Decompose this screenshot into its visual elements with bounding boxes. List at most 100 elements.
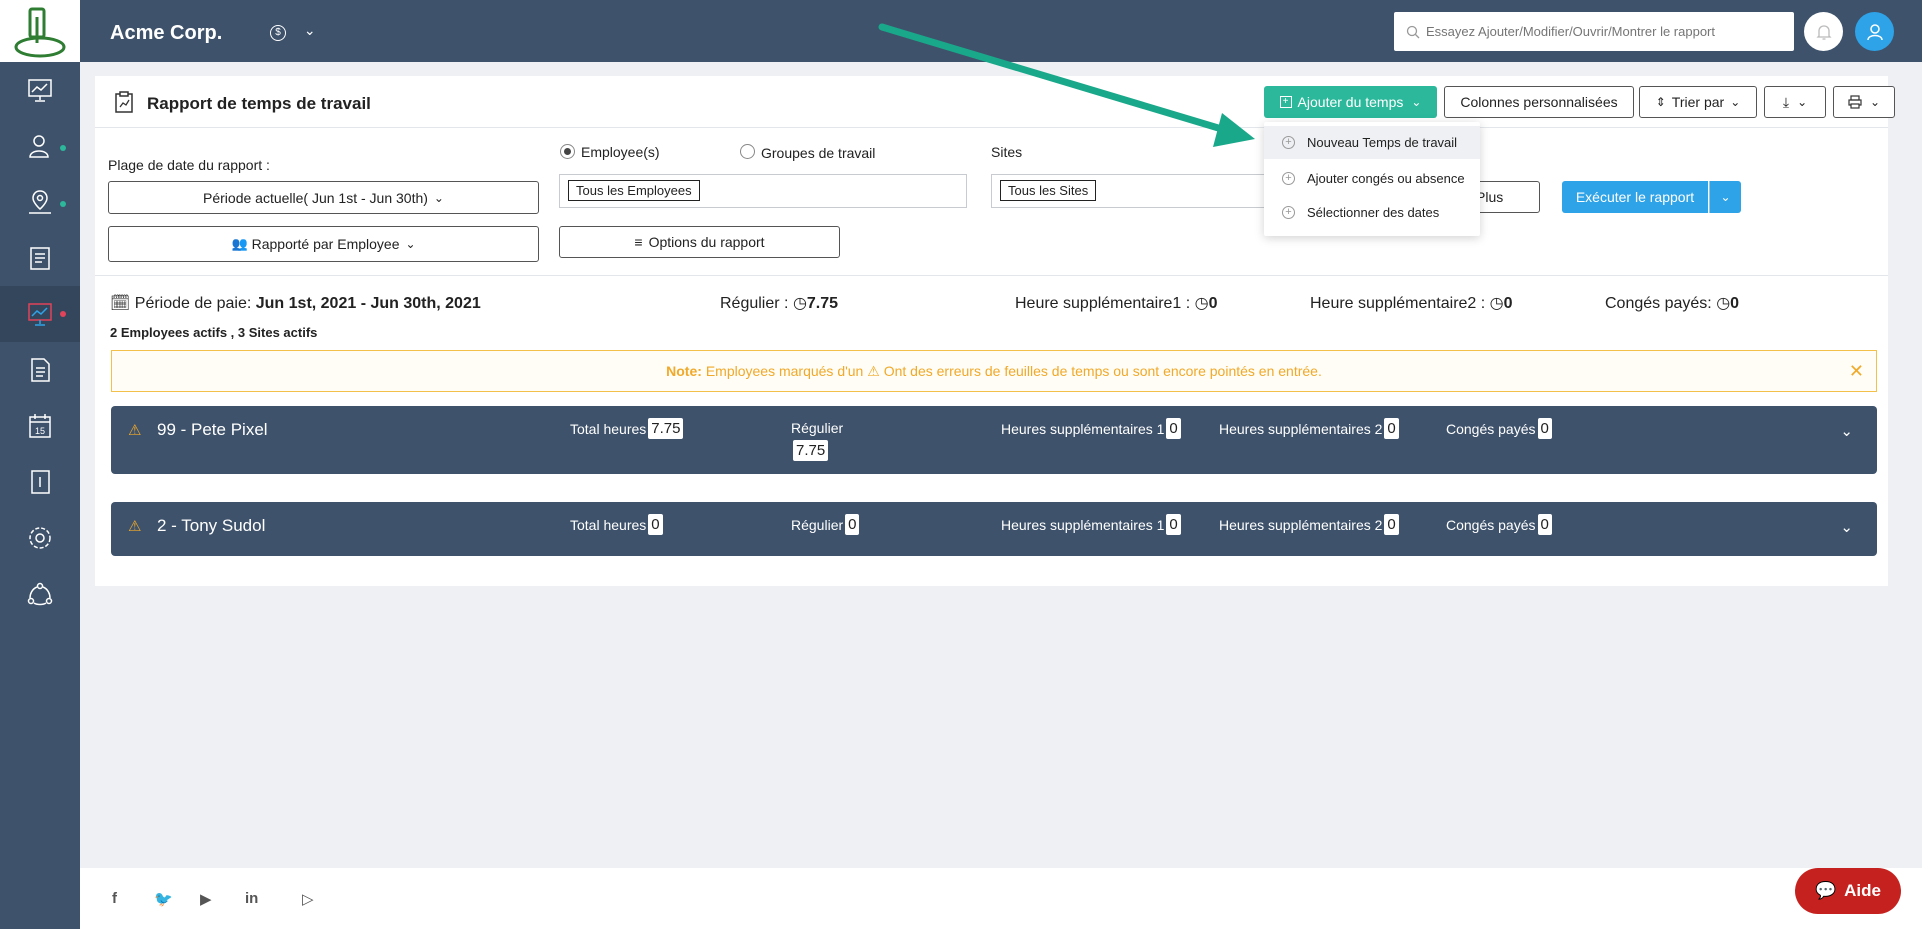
close-icon[interactable]: ✕ [1849, 361, 1864, 382]
employee-icon [29, 135, 49, 158]
print-button[interactable]: ⌄ [1833, 86, 1895, 118]
radio-employees-label[interactable]: Employee(s) [581, 144, 660, 160]
employees-field[interactable]: Tous les Employees [559, 174, 967, 208]
sidebar-item-locations[interactable] [0, 174, 80, 230]
stat-ot2: Heures supplémentaires 20 [1219, 514, 1399, 535]
sidebar-item-reports[interactable] [0, 286, 80, 342]
sidebar-item-notebook[interactable] [0, 454, 80, 510]
add-time-label: Ajouter du temps [1297, 94, 1404, 110]
stat-regular: Régulier 0 [791, 514, 860, 535]
notification-dot [60, 311, 66, 317]
group-by-selector[interactable]: 👥 Rapporté par Employee ⌄ [108, 226, 539, 262]
employee-row[interactable]: ⚠ 2 - Tony Sudol Total heures 0 Régulier 0… [111, 502, 1877, 556]
page-title: Rapport de temps de travail [147, 94, 371, 113]
twitter-icon[interactable]: 🐦 [154, 890, 173, 908]
dropdown-item-select-dates[interactable]: + Sélectionner des dates [1264, 196, 1480, 229]
help-label: Aide [1844, 881, 1881, 900]
stat-value: 0 [1537, 514, 1552, 535]
clock-icon: ◷ [1489, 295, 1504, 312]
summary-paid-leave-label: Congés payés: [1605, 295, 1712, 312]
search-input[interactable] [1426, 24, 1786, 39]
printer-icon [1848, 95, 1862, 109]
currency-selector[interactable]: $ ⌄ [270, 22, 316, 41]
stat-label: Heures supplémentaires 1 [1001, 420, 1165, 437]
sidebar-item-calendar[interactable]: 15 [0, 398, 80, 454]
facebook-icon[interactable]: f [112, 890, 117, 907]
summary-paid-leave-value: 0 [1730, 295, 1740, 312]
sort-by-label: Trier par [1671, 94, 1725, 110]
employees-chip[interactable]: Tous les Employees [568, 180, 700, 201]
youtube-icon[interactable]: ▶ [200, 890, 212, 908]
warning-icon: ⚠ [128, 422, 142, 439]
stat-label: Congés payés [1446, 516, 1536, 533]
run-report-button[interactable]: Exécuter le rapport [1562, 181, 1708, 213]
radio-groups[interactable] [740, 144, 755, 159]
divider [95, 275, 1888, 276]
document-icon [31, 358, 50, 382]
dropdown-item-add-leave[interactable]: + Ajouter congés ou absence [1264, 162, 1480, 195]
stat-ot2: Heures supplémentaires 20 [1219, 418, 1399, 439]
notifications-button[interactable] [1804, 12, 1843, 51]
employee-row[interactable]: ⚠ 99 - Pete Pixel Total heures 7.75 Régul… [111, 406, 1877, 474]
stat-label: Heures supplémentaires 2 [1219, 420, 1383, 437]
chevron-down-icon: ⌄ [1797, 95, 1808, 109]
settings-icon [29, 527, 51, 549]
report-options-button[interactable]: ≡ Options du rapport [559, 226, 840, 258]
sort-by-button[interactable]: ⇕ Trier par ⌄ [1639, 86, 1757, 118]
add-time-button[interactable]: + Ajouter du temps ⌄ [1264, 86, 1437, 118]
company-name[interactable]: Acme Corp. [110, 22, 222, 45]
user-avatar[interactable] [1855, 12, 1894, 51]
period-selector[interactable]: Période actuelle( Jun 1st - Jun 30th) ⌄ [108, 181, 539, 214]
stat-label: Régulier [791, 420, 844, 436]
play-store-icon[interactable]: ▷ [302, 890, 314, 908]
app-logo[interactable] [0, 0, 80, 62]
summary-ot1-value: 0 [1208, 295, 1218, 312]
custom-columns-button[interactable]: Colonnes personnalisées [1444, 86, 1634, 118]
chevron-down-icon: ⌄ [1869, 95, 1881, 109]
bell-icon [1815, 24, 1832, 40]
linkedin-icon[interactable]: in [245, 890, 258, 907]
sidebar-item-integrations[interactable] [0, 566, 80, 622]
integrations-icon [27, 582, 53, 606]
plus-circle-icon: + [1282, 136, 1295, 149]
search-box[interactable] [1394, 12, 1794, 51]
sidebar: 15 [0, 0, 80, 929]
pay-period-value: Jun 1st, 2021 - Jun 30th, 2021 [255, 295, 481, 312]
plus-square-icon: + [1279, 96, 1292, 108]
stat-label: Heures supplémentaires 2 [1219, 516, 1383, 533]
location-icon [29, 190, 51, 214]
sites-field[interactable]: Tous les Sites [991, 174, 1271, 208]
sidebar-item-employees[interactable] [0, 118, 80, 174]
sidebar-item-timesheets[interactable] [0, 230, 80, 286]
sites-chip[interactable]: Tous les Sites [1000, 180, 1097, 201]
sidebar-item-documents[interactable] [0, 342, 80, 398]
summary-regular-label: Régulier : [720, 295, 789, 312]
stat-regular: Régulier [791, 420, 843, 436]
menu-icon: ≡ [634, 234, 643, 250]
radio-employees[interactable] [560, 144, 575, 159]
notebook-icon [31, 470, 50, 494]
sidebar-item-dashboard[interactable] [0, 62, 80, 118]
dropdown-item-label: Ajouter congés ou absence [1307, 171, 1465, 186]
pay-period-label: Période de paie: [134, 295, 252, 312]
warning-note: Note: Employees marqués d'un ⚠ Ont des e… [111, 350, 1877, 392]
sidebar-item-settings[interactable] [0, 510, 80, 566]
chevron-down-icon[interactable]: ⌄ [1840, 518, 1853, 536]
summary-paid-leave: Congés payés: ◷0 [1605, 293, 1739, 313]
stat-paid-leave: Congés payés 0 [1446, 514, 1552, 535]
download-button[interactable]: ⤓ ⌄ [1764, 86, 1826, 118]
add-time-dropdown: + Nouveau Temps de travail + Ajouter congé… [1264, 122, 1480, 236]
chevron-down-icon[interactable]: ⌄ [1840, 422, 1853, 440]
reports-icon [28, 303, 52, 326]
radio-groups-label[interactable]: Groupes de travail [761, 145, 875, 161]
run-report-dropdown[interactable]: ⌄ [1709, 181, 1741, 213]
plus-circle-icon: + [1282, 206, 1295, 219]
summary-regular: Régulier : ◷7.75 [720, 293, 838, 313]
help-button[interactable]: 💬 Aide [1795, 868, 1901, 914]
stat-ot1: Heures supplémentaires 10 [1001, 514, 1181, 535]
employee-name: 2 - Tony Sudol [157, 516, 266, 535]
dropdown-item-new-time[interactable]: + Nouveau Temps de travail [1264, 126, 1480, 159]
clock-icon: ◷ [1194, 295, 1209, 312]
search-icon [1406, 25, 1420, 38]
user-icon [1866, 23, 1883, 40]
